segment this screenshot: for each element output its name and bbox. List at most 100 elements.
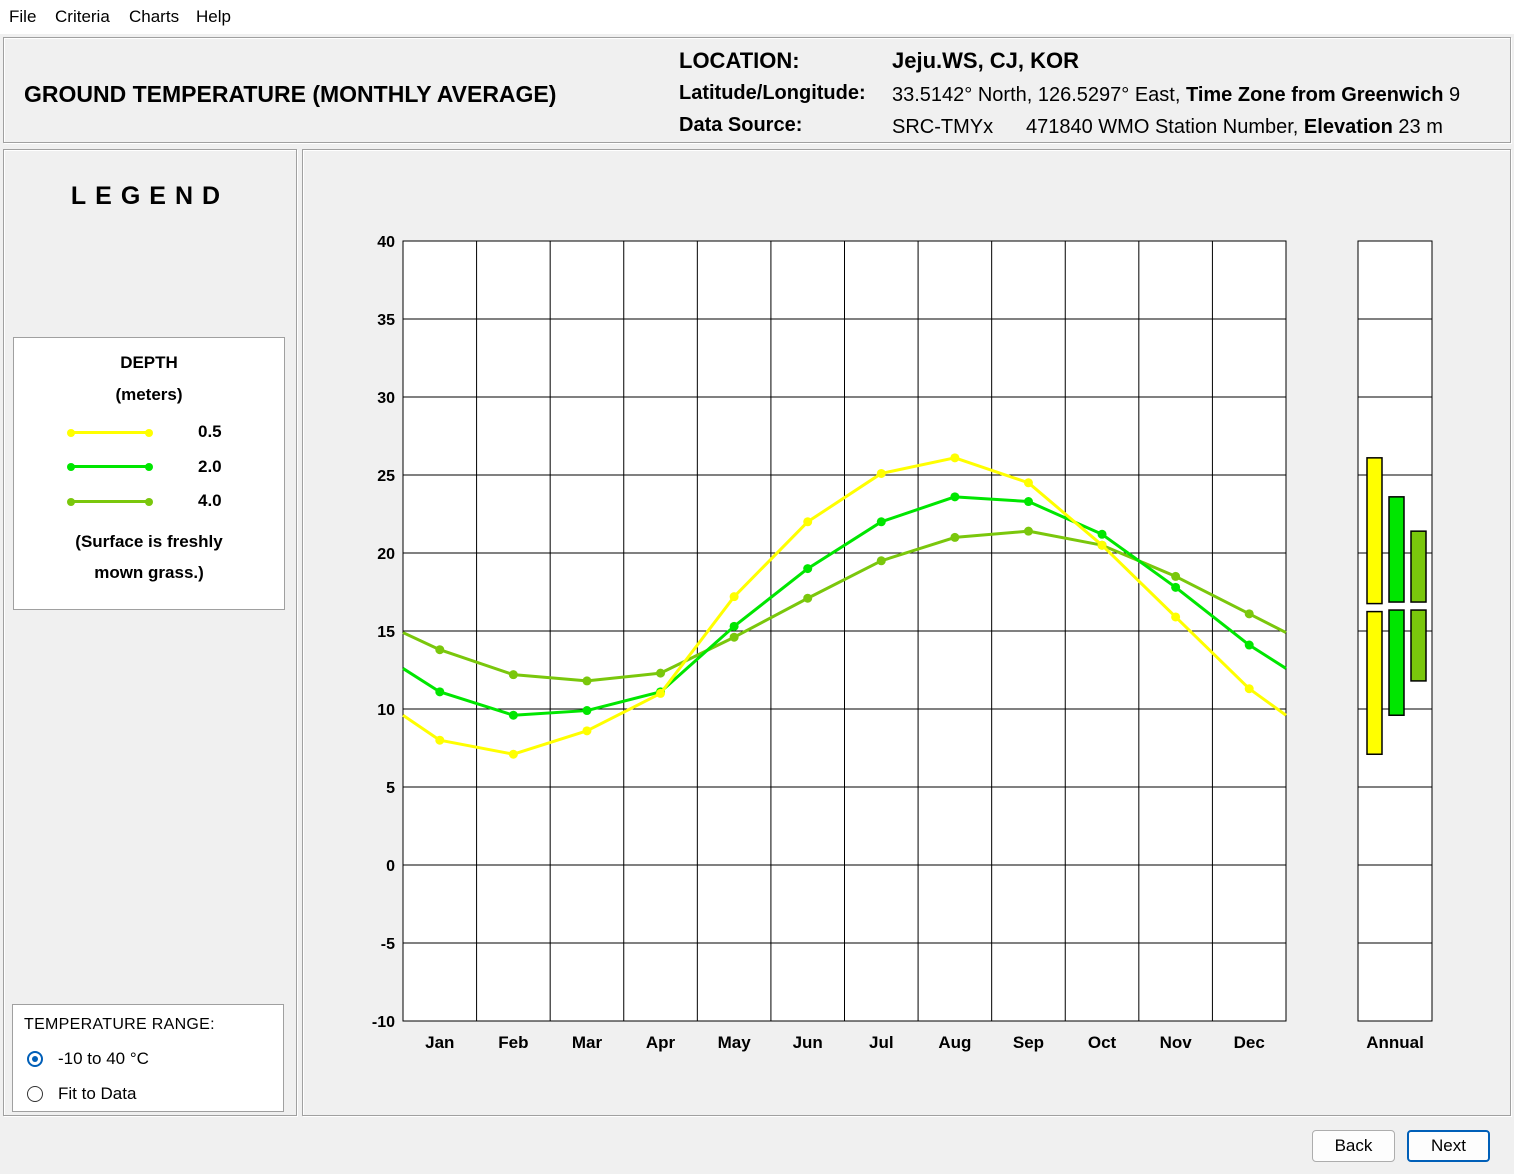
depth-units: (meters) bbox=[115, 385, 183, 404]
data-point bbox=[582, 726, 592, 736]
menu-help[interactable]: Help bbox=[196, 7, 231, 27]
x-tick-label: Dec bbox=[1234, 1033, 1265, 1052]
x-tick-label: Jun bbox=[793, 1033, 823, 1052]
data-point bbox=[1244, 684, 1254, 694]
timezone-value: 9 bbox=[1449, 84, 1461, 106]
data-point bbox=[435, 687, 445, 697]
radio-unselected-icon[interactable] bbox=[27, 1086, 43, 1102]
back-button[interactable]: Back bbox=[1312, 1130, 1395, 1162]
legend-panel: LEGEND DEPTH (meters) 0.5 2.0 4.0 (Surfa… bbox=[3, 149, 297, 1116]
legend-label-2-0: 2.0 bbox=[198, 457, 222, 476]
y-tick-label: 20 bbox=[377, 546, 395, 563]
data-point bbox=[1244, 640, 1254, 650]
x-tick-label: Jan bbox=[425, 1033, 454, 1052]
legend-dot bbox=[67, 497, 75, 506]
data-point bbox=[435, 645, 445, 655]
data-point bbox=[508, 670, 518, 680]
legend-note-line2: mown grass.) bbox=[94, 563, 204, 582]
annual-bar-lower bbox=[1410, 609, 1427, 682]
y-tick-label: 25 bbox=[377, 468, 395, 485]
data-point bbox=[582, 676, 592, 686]
data-point bbox=[508, 749, 518, 759]
legend-dot bbox=[145, 428, 153, 437]
y-tick-label: 30 bbox=[377, 390, 395, 407]
legend-label-0-5: 0.5 bbox=[198, 422, 222, 441]
legend-box: DEPTH (meters) 0.5 2.0 4.0 (Surface is f… bbox=[13, 337, 285, 610]
data-point bbox=[803, 593, 813, 603]
annual-bar-lower bbox=[1388, 609, 1405, 716]
legend-dot bbox=[67, 428, 75, 437]
annual-bar-upper bbox=[1388, 496, 1405, 603]
legend-line-0-5 bbox=[67, 428, 153, 437]
data-point bbox=[950, 492, 960, 502]
menu-charts[interactable]: Charts bbox=[129, 7, 179, 27]
annual-label: Annual bbox=[1366, 1033, 1424, 1052]
data-point bbox=[803, 517, 813, 527]
y-tick-label: 0 bbox=[386, 858, 395, 875]
annual-bar-lower bbox=[1366, 610, 1383, 755]
data-point bbox=[729, 592, 739, 602]
x-tick-label: May bbox=[718, 1033, 752, 1052]
latlon-label: Latitude/Longitude: bbox=[679, 82, 866, 104]
range-option-fixed-label: -10 to 40 °C bbox=[58, 1049, 149, 1068]
depth-title: DEPTH bbox=[120, 353, 178, 372]
header-panel: GROUND TEMPERATURE (MONTHLY AVERAGE) LOC… bbox=[3, 37, 1511, 143]
data-point bbox=[803, 564, 813, 574]
data-point bbox=[1171, 582, 1181, 592]
temperature-range-title: TEMPERATURE RANGE: bbox=[24, 1016, 215, 1033]
radio-selected-icon[interactable] bbox=[27, 1051, 43, 1067]
data-point bbox=[1171, 612, 1181, 622]
data-point bbox=[876, 468, 886, 478]
data-point bbox=[1097, 540, 1107, 550]
data-point bbox=[876, 517, 886, 527]
y-tick-label: 35 bbox=[377, 312, 395, 329]
back-button-label: Back bbox=[1334, 1136, 1373, 1155]
chart-panel: 40 35 30 25 20 15 10 5 0 -5 -10 Jan Feb Mar Apr May Jun J… bbox=[302, 149, 1511, 1116]
data-point bbox=[656, 688, 666, 698]
data-point bbox=[1023, 478, 1033, 488]
x-tick-label: Sep bbox=[1013, 1033, 1044, 1052]
data-point bbox=[729, 621, 739, 631]
ground-temperature-chart: 40 35 30 25 20 15 10 5 0 -5 -10 Jan Feb Mar Apr May Jun J… bbox=[372, 234, 1433, 1052]
legend-title: LEGEND bbox=[70, 182, 230, 210]
legend-line-4-0 bbox=[67, 497, 153, 506]
next-button-label: Next bbox=[1431, 1136, 1466, 1155]
x-tick-label: Feb bbox=[498, 1033, 528, 1052]
y-tick-label: 5 bbox=[386, 780, 395, 797]
x-tick-label: Apr bbox=[646, 1033, 676, 1052]
x-tick-label: Jul bbox=[869, 1033, 894, 1052]
elevation-label: Elevation bbox=[1303, 116, 1393, 138]
data-point bbox=[950, 532, 960, 542]
data-point bbox=[1244, 609, 1254, 619]
range-option-fit-label: Fit to Data bbox=[58, 1084, 137, 1103]
x-tick-label: Nov bbox=[1160, 1033, 1193, 1052]
legend-dot bbox=[145, 497, 153, 506]
y-tick-label: -5 bbox=[381, 936, 395, 953]
timezone-label: Time Zone from Greenwich bbox=[1185, 84, 1444, 106]
latlon-text: 33.5142° North, 126.5297° East, bbox=[892, 84, 1181, 106]
x-tick-label: Oct bbox=[1088, 1033, 1117, 1052]
station-value: 471840 WMO Station Number, bbox=[1026, 116, 1299, 138]
legend-line-2-0 bbox=[67, 462, 153, 471]
y-tick-label: 40 bbox=[377, 234, 395, 251]
data-point bbox=[508, 710, 518, 720]
legend-note-line1: (Surface is freshly bbox=[75, 532, 223, 551]
annual-bar-upper bbox=[1410, 530, 1427, 603]
y-tick-label: -10 bbox=[372, 1014, 395, 1031]
y-tick-label: 15 bbox=[377, 624, 395, 641]
temperature-range-box: TEMPERATURE RANGE: -10 to 40 °C Fit to D… bbox=[12, 1004, 284, 1112]
menu-criteria[interactable]: Criteria bbox=[55, 7, 110, 27]
location-label: LOCATION: bbox=[679, 48, 800, 73]
legend-label-4-0: 4.0 bbox=[198, 491, 222, 510]
x-tick-label: Aug bbox=[938, 1033, 971, 1052]
next-button[interactable]: Next bbox=[1407, 1130, 1490, 1162]
x-tick-label: Mar bbox=[572, 1033, 603, 1052]
menu-file[interactable]: File bbox=[9, 7, 36, 27]
legend-dot bbox=[145, 462, 153, 471]
data-point bbox=[1171, 571, 1181, 581]
annual-bar-upper bbox=[1366, 457, 1383, 605]
data-point bbox=[950, 453, 960, 463]
source-value: SRC-TMYx bbox=[892, 116, 994, 138]
legend-dot bbox=[67, 462, 75, 471]
data-point bbox=[729, 632, 739, 642]
